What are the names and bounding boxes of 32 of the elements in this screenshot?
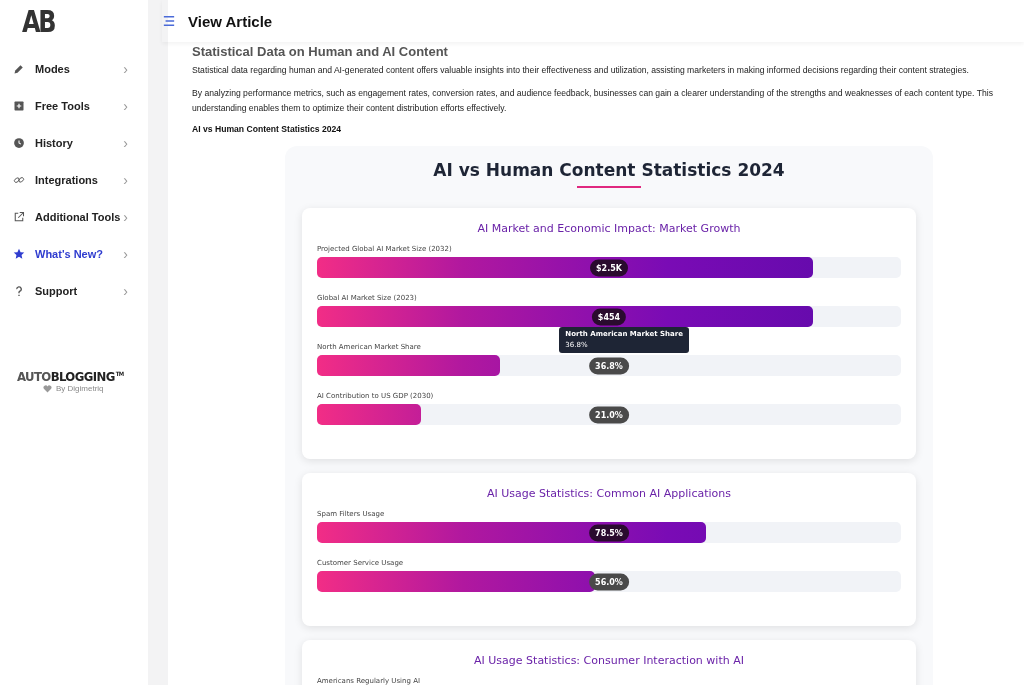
card-title: AI Market and Economic Impact: Market Growth xyxy=(476,222,742,235)
external-icon xyxy=(13,210,25,223)
sidebar-item[interactable]: What's New? › xyxy=(0,235,148,272)
brand-logo: AUTOBLOGGING$^{TM}$ xyxy=(17,369,124,384)
subheading: AI vs Human Content Statistics 2024 xyxy=(192,124,342,134)
plus-square-icon xyxy=(13,99,25,112)
paragraph: By analyzing performance metrics, such as engagement rates, conversion rates, and audience feedback, businesses can gain a clearer understanding of the strengths and weaknesses of each content type. This understanding enables them to optimize their content distribution efforts effectively. xyxy=(192,87,994,115)
infographic-title: AI vs Human Content Statistics 2024 xyxy=(432,160,786,180)
article-heading: Statistical Data on Human and AI Content xyxy=(192,44,449,59)
sidebar-item[interactable]: Additional Tools › xyxy=(0,198,148,235)
sidebar-item[interactable]: Modes › xyxy=(0,50,148,87)
byline: By Digimetriq xyxy=(56,384,104,393)
value-badge: 21.0% xyxy=(589,406,629,423)
page-title: View Article xyxy=(188,12,273,30)
question-icon xyxy=(13,284,25,297)
clock-icon xyxy=(13,136,25,149)
card-title: AI Usage Statistics: Consumer Interaction with AI xyxy=(473,654,745,667)
value-badge: 78.5% xyxy=(589,524,629,541)
pencil-icon xyxy=(13,62,25,75)
value-badge: $2.5K xyxy=(590,259,628,276)
sidebar-item[interactable]: Integrations › xyxy=(0,161,148,198)
star-icon xyxy=(13,247,25,260)
logo: AB xyxy=(22,4,55,41)
menu-icon[interactable] xyxy=(162,15,176,27)
sidebar-item[interactable]: Support › xyxy=(0,272,148,309)
paragraph: Statistical data regarding human and AI-generated content offers valuable insights into their effectiveness and utilization, assisting marketers in making informed decisions regarding their content strategies. xyxy=(192,64,970,77)
heart-icon xyxy=(43,384,52,393)
value-badge: 56.0% xyxy=(589,573,629,590)
value-badge: 36.8% xyxy=(589,357,629,374)
sidebar-item[interactable]: Free Tools › xyxy=(0,87,148,124)
card-title: AI Usage Statistics: Common AI Applications xyxy=(486,487,732,500)
sidebar-item[interactable]: History › xyxy=(0,124,148,161)
